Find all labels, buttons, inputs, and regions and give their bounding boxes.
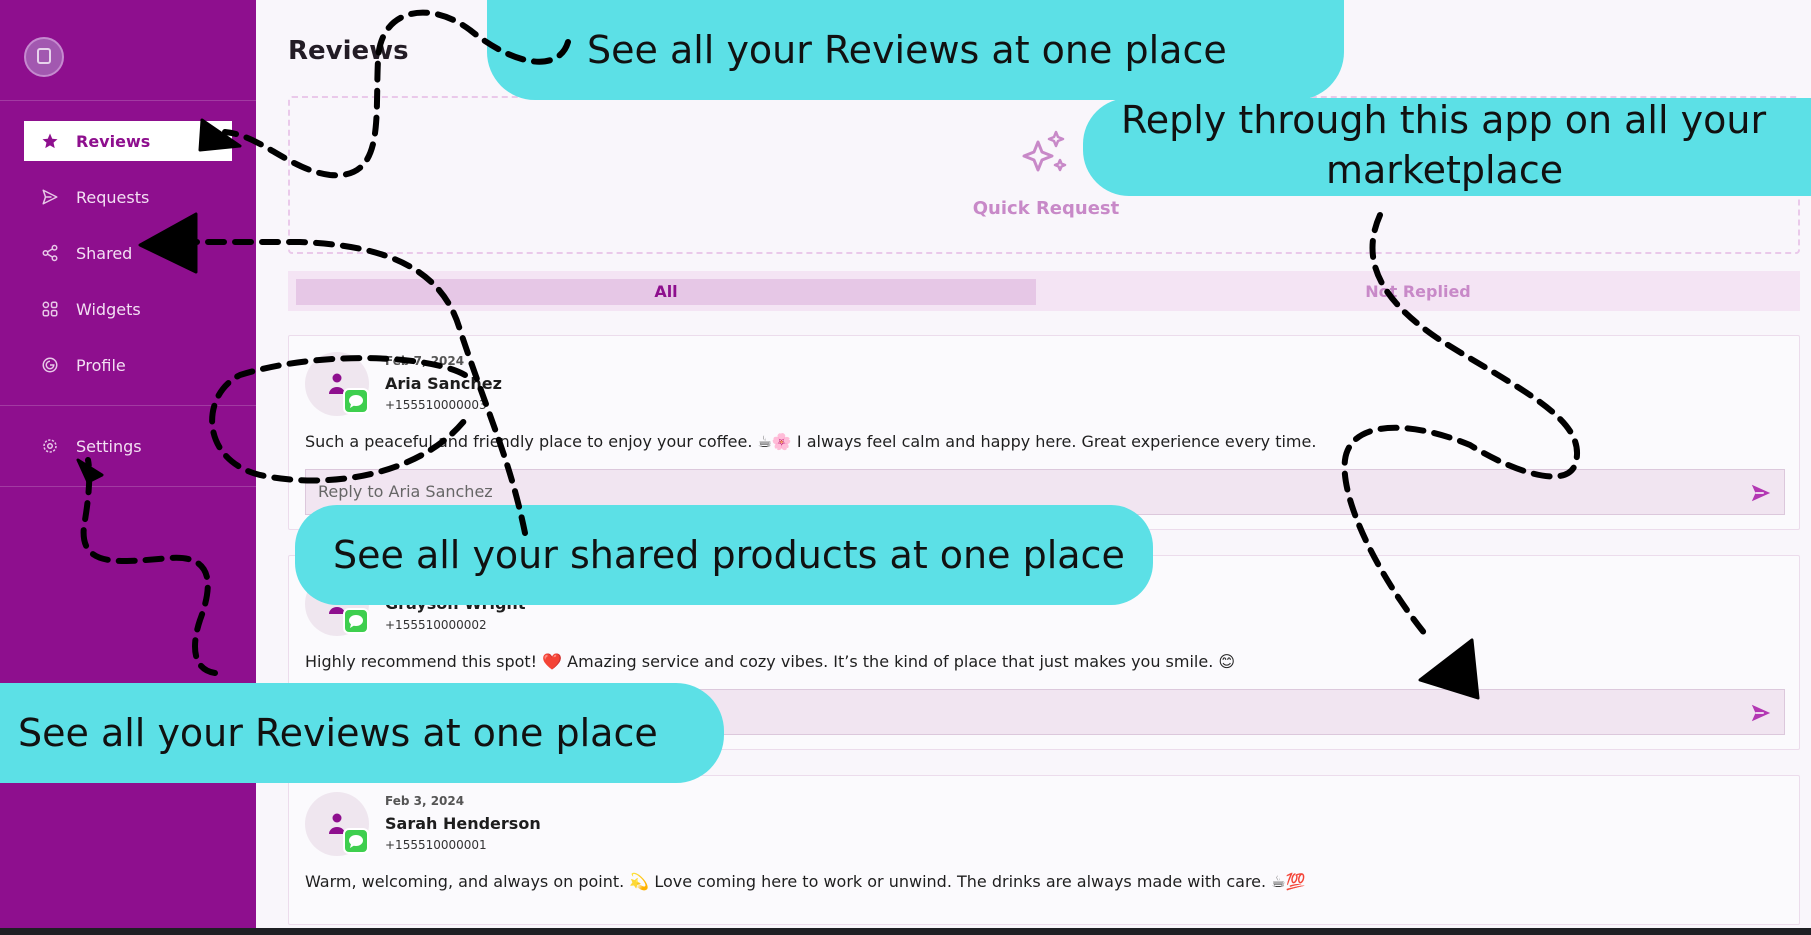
- review-card: Feb 3, 2024 Sarah Henderson +15551000000…: [288, 775, 1800, 925]
- profile-icon: [38, 353, 62, 377]
- callout-reviews-bottom: See all your Reviews at one place: [0, 683, 724, 783]
- grid-icon: [38, 297, 62, 321]
- page-title: Reviews: [288, 36, 409, 66]
- imessage-icon: [343, 828, 369, 854]
- send-outline-icon: [38, 185, 62, 209]
- sidebar-item-label: Requests: [76, 187, 150, 207]
- review-tabs: All Not Replied: [288, 271, 1800, 311]
- review-date: Feb 3, 2024: [385, 794, 465, 808]
- review-text: Highly recommend this spot! ❤️ Amazing s…: [305, 652, 1236, 671]
- sidebar-item-profile[interactable]: Profile: [24, 345, 232, 385]
- gear-icon: [38, 434, 62, 458]
- sidebar-item-label: Settings: [76, 436, 142, 456]
- review-card: Feb 7, 2024 Aria Sanchez +155510000003 S…: [288, 335, 1800, 530]
- review-date: Feb 7, 2024: [385, 354, 465, 368]
- quick-request-label: Quick Request: [972, 198, 1120, 219]
- sidebar-item-settings[interactable]: Settings: [24, 426, 232, 466]
- sidebar-divider: [0, 100, 256, 101]
- callout-text: See all your shared products at one plac…: [333, 533, 1125, 577]
- sidebar-item-requests[interactable]: Requests: [24, 177, 232, 217]
- reviewer-phone: +155510000001: [385, 838, 487, 852]
- callout-text: See all your Reviews at one place: [18, 711, 658, 755]
- callout-text: Reply through this app on all your: [1121, 98, 1767, 142]
- reviewer-name: Sarah Henderson: [385, 814, 541, 833]
- callout-shared: See all your shared products at one plac…: [295, 505, 1153, 605]
- callout-reviews-top: See all your Reviews at one place: [487, 0, 1344, 100]
- taskbar-strip: [0, 928, 1811, 935]
- callout-text: See all your Reviews at one place: [587, 28, 1227, 72]
- send-icon[interactable]: [1750, 702, 1772, 724]
- review-text: Such a peaceful and friendly place to en…: [305, 432, 1317, 451]
- reviewer-phone: +155510000003: [385, 398, 487, 412]
- tab-not-replied[interactable]: Not Replied: [1040, 279, 1796, 305]
- avatar: [305, 792, 369, 856]
- review-text: Warm, welcoming, and always on point. 💫 …: [305, 872, 1306, 891]
- reply-placeholder: Reply to Aria Sanchez: [318, 482, 493, 501]
- sidebar-item-label: Shared: [76, 243, 133, 263]
- reviewer-phone: +155510000002: [385, 618, 487, 632]
- sidebar-item-label: Profile: [76, 355, 126, 375]
- reviewer-name: Aria Sanchez: [385, 374, 502, 393]
- callout-text: marketplace: [1326, 148, 1564, 192]
- tab-all[interactable]: All: [296, 279, 1036, 305]
- sidebar: Reviews Requests Shared Widgets Profile: [0, 0, 256, 935]
- avatar: [305, 352, 369, 416]
- sidebar-item-label: Widgets: [76, 299, 141, 319]
- app-logo[interactable]: [24, 37, 64, 77]
- sidebar-item-label: Reviews: [76, 131, 151, 151]
- sidebar-divider: [0, 486, 256, 487]
- imessage-icon: [343, 388, 369, 414]
- send-icon[interactable]: [1750, 482, 1772, 504]
- imessage-icon: [343, 608, 369, 634]
- share-icon: [38, 241, 62, 265]
- sidebar-item-reviews[interactable]: Reviews: [24, 121, 232, 161]
- star-icon: [38, 129, 62, 153]
- sparkles-icon: [1022, 130, 1067, 172]
- sidebar-item-widgets[interactable]: Widgets: [24, 289, 232, 329]
- callout-reply: Reply through this app on all your marke…: [1083, 98, 1811, 196]
- app-window: Reviews Requests Shared Widgets Profile: [0, 0, 1811, 935]
- sidebar-item-shared[interactable]: Shared: [24, 233, 232, 273]
- sidebar-divider: [0, 405, 256, 406]
